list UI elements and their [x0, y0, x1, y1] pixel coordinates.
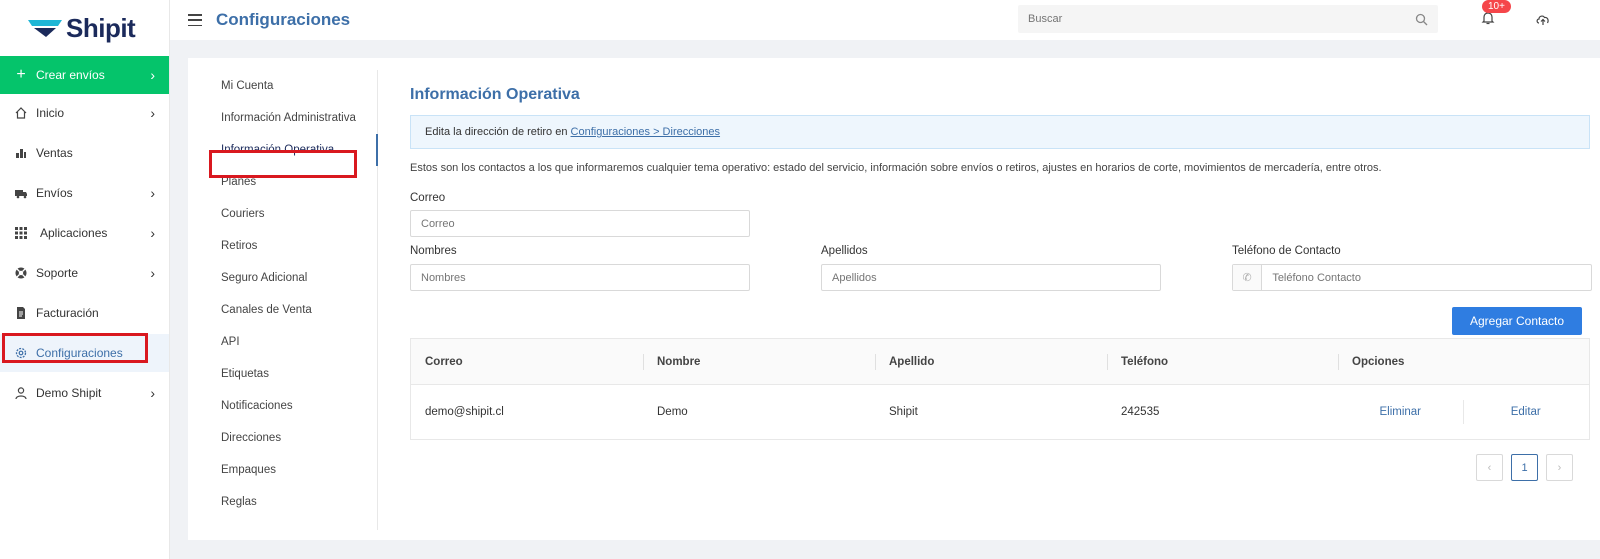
- settings-subnav: Mi Cuenta Información Administrativa Inf…: [188, 70, 378, 530]
- operational-info-section: Información Operativa Edita la dirección…: [410, 58, 1600, 540]
- column-header-name: Nombre: [643, 339, 875, 384]
- sales-icon: [16, 149, 26, 158]
- cell-last-name: Shipit: [889, 406, 918, 418]
- sidebar-item-aplicaciones[interactable]: Aplicaciones ›: [0, 214, 169, 252]
- user-icon: [15, 387, 27, 400]
- sidebar-item-facturacion[interactable]: Facturación: [0, 294, 169, 332]
- last-name-label: Apellidos: [821, 245, 868, 257]
- brand-name: Shipit: [66, 12, 136, 43]
- chevron-right-icon: ›: [150, 385, 155, 401]
- info-alert-text: Edita la dirección de retiro en: [425, 126, 571, 138]
- subnav-item-direcciones[interactable]: Direcciones: [188, 422, 377, 454]
- column-header-phone: Teléfono: [1107, 339, 1338, 384]
- edit-link[interactable]: Editar: [1464, 406, 1589, 418]
- chevron-right-icon: ›: [150, 185, 155, 201]
- email-input[interactable]: [411, 217, 749, 230]
- add-contact-button[interactable]: Agregar Contacto: [1452, 307, 1582, 335]
- sidebar-item-label: Demo Shipit: [36, 386, 102, 400]
- search-box[interactable]: [1018, 5, 1438, 33]
- phone-input[interactable]: [1262, 271, 1591, 284]
- section-description: Estos son los contactos a los que inform…: [410, 162, 1382, 174]
- plus-icon: +: [16, 66, 26, 83]
- sidebar-item-label: Facturación: [36, 306, 99, 320]
- highlight-box-configuraciones: [2, 333, 148, 363]
- sidebar: Shipit + Crear envíos › Inicio › Ventas …: [0, 0, 170, 559]
- subnav-item-retiros[interactable]: Retiros: [188, 230, 377, 262]
- highlight-box-informacion-operativa: [209, 150, 357, 178]
- pagination-page-current[interactable]: 1: [1511, 454, 1538, 481]
- pagination: ‹ 1 ›: [1476, 454, 1573, 481]
- phone-icon: ✆: [1233, 265, 1263, 290]
- sidebar-item-label: Envíos: [36, 186, 73, 200]
- cell-options: Eliminar Editar: [1338, 385, 1588, 439]
- subnav-item-etiquetas[interactable]: Etiquetas: [188, 358, 377, 390]
- chevron-right-icon: ›: [150, 225, 155, 241]
- shipit-logo-icon: [28, 20, 62, 37]
- chevron-right-icon: ›: [150, 105, 155, 121]
- subnav-item-reglas[interactable]: Reglas: [188, 486, 377, 518]
- delete-link[interactable]: Eliminar: [1338, 406, 1463, 418]
- last-name-input[interactable]: [822, 271, 1160, 284]
- subnav-item-api[interactable]: API: [188, 326, 377, 358]
- first-name-input[interactable]: [411, 271, 749, 284]
- lifebuoy-icon: [15, 267, 27, 279]
- truck-icon: [15, 190, 27, 199]
- column-header-email: Correo: [425, 355, 463, 368]
- sidebar-item-ventas[interactable]: Ventas: [0, 134, 169, 172]
- email-label: Correo: [410, 192, 446, 204]
- sidebar-item-label: Aplicaciones: [40, 226, 108, 240]
- logo[interactable]: Shipit: [0, 0, 169, 56]
- last-name-field[interactable]: [821, 264, 1161, 291]
- directions-link[interactable]: Configuraciones > Direcciones: [571, 126, 721, 138]
- top-bar: Configuraciones 10+: [170, 0, 1600, 40]
- contacts-table: Correo Nombre Apellido Teléfono Opciones…: [410, 338, 1590, 440]
- sidebar-item-demo-shipit[interactable]: Demo Shipit ›: [0, 374, 169, 412]
- search-input[interactable]: [1028, 13, 1415, 25]
- subnav-item-mi-cuenta[interactable]: Mi Cuenta: [188, 70, 377, 102]
- home-icon: [15, 107, 27, 119]
- column-header-last-name: Apellido: [875, 339, 1107, 384]
- sidebar-item-envios[interactable]: Envíos ›: [0, 174, 169, 212]
- subnav-item-seguro-adicional[interactable]: Seguro Adicional: [188, 262, 377, 294]
- subnav-item-notificaciones[interactable]: Notificaciones: [188, 390, 377, 422]
- table-header: Correo Nombre Apellido Teléfono Opciones: [411, 339, 1589, 385]
- settings-card: Mi Cuenta Información Administrativa Inf…: [188, 58, 1600, 540]
- section-title: Información Operativa: [410, 86, 580, 103]
- chevron-right-icon: ›: [150, 265, 155, 281]
- notification-badge: 10+: [1482, 0, 1511, 13]
- subnav-item-empaques[interactable]: Empaques: [188, 454, 377, 486]
- column-header-options: Opciones: [1338, 339, 1588, 384]
- menu-toggle-icon[interactable]: [188, 14, 202, 26]
- chevron-right-icon: ›: [150, 67, 155, 83]
- sidebar-item-label: Crear envíos: [36, 68, 105, 82]
- subnav-item-informacion-administrativa[interactable]: Información Administrativa: [188, 102, 377, 134]
- subnav-item-canales-de-venta[interactable]: Canales de Venta: [188, 294, 377, 326]
- subnav-item-couriers[interactable]: Couriers: [188, 198, 377, 230]
- sidebar-item-label: Soporte: [36, 266, 79, 280]
- grid-icon: [15, 227, 27, 239]
- phone-label: Teléfono de Contacto: [1232, 245, 1341, 257]
- sidebar-item-crear-envios[interactable]: + Crear envíos ›: [0, 56, 169, 94]
- sidebar-item-label: Ventas: [36, 146, 73, 160]
- cell-phone: 242535: [1121, 406, 1160, 418]
- page-title: Configuraciones: [216, 10, 351, 29]
- info-alert: Edita la dirección de retiro en Configur…: [410, 115, 1590, 149]
- sidebar-item-soporte[interactable]: Soporte ›: [0, 254, 169, 292]
- sidebar-item-inicio[interactable]: Inicio ›: [0, 94, 169, 132]
- invoice-icon: [17, 307, 25, 319]
- pagination-next-icon[interactable]: ›: [1546, 454, 1573, 481]
- sidebar-item-label: Inicio: [36, 106, 65, 120]
- email-field[interactable]: [410, 210, 750, 237]
- cloud-upload-icon[interactable]: [1535, 12, 1551, 26]
- phone-field[interactable]: ✆: [1232, 264, 1592, 291]
- first-name-label: Nombres: [410, 245, 457, 257]
- row-actions: Eliminar Editar: [1338, 385, 1588, 439]
- table-row: demo@shipit.cl Demo Shipit 242535 Elimin…: [411, 385, 1589, 439]
- cell-email: demo@shipit.cl: [425, 406, 504, 418]
- cell-name: Demo: [657, 406, 688, 418]
- search-icon[interactable]: [1415, 13, 1428, 26]
- pagination-prev-icon[interactable]: ‹: [1476, 454, 1503, 481]
- first-name-field[interactable]: [410, 264, 750, 291]
